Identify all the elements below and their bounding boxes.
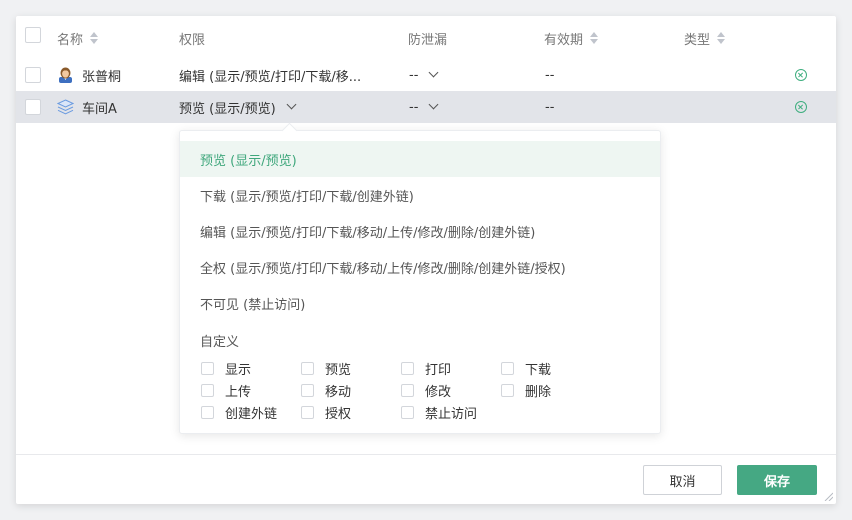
sort-icon [716, 31, 726, 45]
option-invisible[interactable]: 不可见 (禁止访问) [180, 285, 660, 321]
custom-section-label: 自定义 [200, 335, 240, 350]
option-edit[interactable]: 编辑 (显示/预览/打印/下载/移动/上传/修改/删除/创建外链) [180, 213, 660, 249]
sort-icon [89, 31, 99, 45]
column-header-leak-prevention: 防泄漏 [408, 32, 448, 48]
remove-icon[interactable] [795, 101, 807, 113]
row-checkbox[interactable] [25, 67, 41, 83]
perm-checkbox-move[interactable]: 移动 [301, 381, 351, 400]
column-header-validity[interactable]: 有效期 [544, 24, 599, 52]
save-button[interactable]: 保存 [737, 465, 817, 495]
permission-select[interactable]: 预览 (显示/预览) [179, 91, 297, 123]
table-row[interactable]: 张普桐 编辑 (显示/预览/打印/下载/移... -- -- [16, 59, 836, 91]
layers-icon [56, 99, 75, 115]
option-download[interactable]: 下载 (显示/预览/打印/下载/创建外链) [180, 177, 660, 213]
user-avatar-icon [58, 67, 73, 83]
member-name: 张普桐 [58, 59, 121, 91]
chevron-down-icon [428, 99, 439, 110]
perm-checkbox-authorize[interactable]: 授权 [301, 403, 351, 422]
table-header: 名称 权限 防泄漏 有效期 类型 [16, 24, 836, 52]
select-all-checkbox[interactable] [25, 27, 41, 43]
perm-checkbox-display[interactable]: 显示 [201, 359, 251, 378]
perm-checkbox-upload[interactable]: 上传 [201, 381, 251, 400]
permission-dropdown: 预览 (显示/预览) 下载 (显示/预览/打印/下载/创建外链) 编辑 (显示/… [179, 130, 661, 434]
perm-checkbox-create-link[interactable]: 创建外链 [201, 403, 277, 422]
cancel-button[interactable]: 取消 [643, 465, 722, 495]
resize-handle-icon[interactable] [823, 491, 833, 501]
option-full-access[interactable]: 全权 (显示/预览/打印/下载/移动/上传/修改/删除/创建外链/授权) [180, 249, 660, 285]
perm-checkbox-deny-access[interactable]: 禁止访问 [401, 403, 477, 422]
option-preview[interactable]: 预览 (显示/预览) [180, 141, 660, 177]
validity-value[interactable]: -- [545, 91, 554, 123]
permission-select[interactable]: 编辑 (显示/预览/打印/下载/移... [179, 59, 361, 91]
chevron-down-icon [286, 99, 297, 110]
column-header-permission: 权限 [179, 32, 206, 48]
member-name: 车间A [56, 91, 117, 123]
perm-checkbox-print[interactable]: 打印 [401, 359, 451, 378]
perm-checkbox-modify[interactable]: 修改 [401, 381, 451, 400]
sort-icon [589, 31, 599, 45]
chevron-down-icon [428, 67, 439, 78]
column-header-name[interactable]: 名称 [57, 24, 99, 52]
leak-prevention-select[interactable]: -- [409, 91, 439, 123]
perm-checkbox-delete[interactable]: 删除 [501, 381, 551, 400]
table-row[interactable]: 车间A 预览 (显示/预览) -- -- [16, 91, 836, 123]
footer-divider [16, 454, 836, 455]
row-checkbox[interactable] [25, 99, 41, 115]
perm-checkbox-download[interactable]: 下载 [501, 359, 551, 378]
leak-prevention-select[interactable]: -- [409, 59, 439, 91]
column-header-type[interactable]: 类型 [684, 24, 726, 52]
validity-value[interactable]: -- [545, 59, 554, 91]
perm-checkbox-preview[interactable]: 预览 [301, 359, 351, 378]
remove-icon[interactable] [795, 69, 807, 81]
